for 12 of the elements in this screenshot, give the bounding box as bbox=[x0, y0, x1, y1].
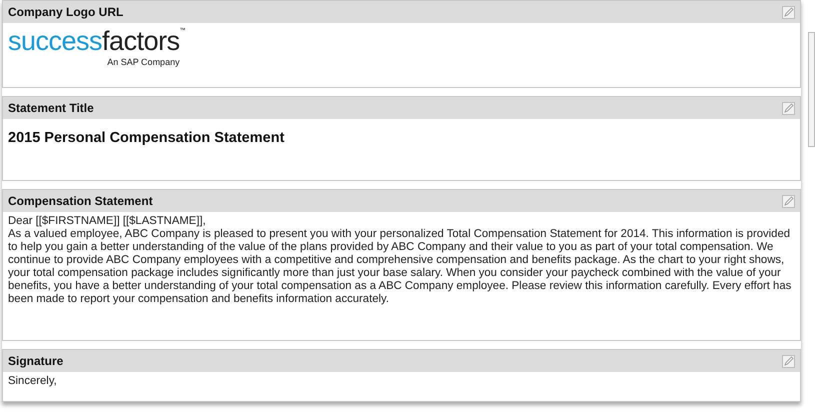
edit-icon[interactable] bbox=[782, 102, 795, 114]
paragraph: Dear [[$FIRSTNAME]] [[$LASTNAME]], bbox=[8, 215, 207, 228]
paragraph: As a valued employee, ABC Company is pleased to present you with your personalized Total Compensation Statement for 2014. This information is provided to help you gain a better understanding of the value of the plans provided by ABC Company and their value to you as part of your total compensation. We continue to provide ABC Company employees with a competitive and comprehensive compensation and benefits package. As the chart to your right shows, your total compensation package includes significantly more than just your base salary. When you consider your paycheck combined with the value of your benefits, you have a better understanding of your total compensation as a ABC Company employee. Please review this information carefully. Every effort has been made to report your compensation and benefits information accurately. bbox=[8, 228, 792, 306]
section-title: Statement Title bbox=[8, 100, 94, 117]
statement-title: 2015 Personal Compensation Statement bbox=[8, 129, 284, 148]
edit-icon[interactable] bbox=[782, 6, 795, 18]
edit-icon[interactable] bbox=[782, 194, 795, 208]
paragraph: Sincerely, bbox=[8, 375, 58, 388]
edit-icon[interactable] bbox=[782, 354, 795, 368]
section-title: Compensation Statement bbox=[8, 193, 153, 210]
section-title: Company Logo URL bbox=[8, 4, 124, 21]
section-title: Signature bbox=[8, 353, 64, 370]
